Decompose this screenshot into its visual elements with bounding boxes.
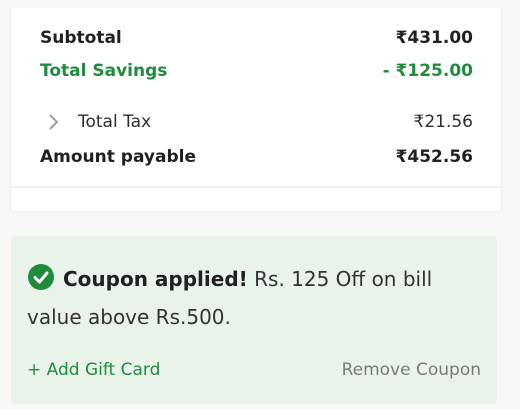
total-tax-label: Total Tax (78, 112, 152, 132)
price-summary-card: Subtotal ₹431.00 Total Savings - ₹125.00… (10, 8, 502, 188)
total-tax-value: ₹21.56 (413, 112, 473, 132)
section-divider (10, 188, 502, 210)
chevron-right-icon[interactable] (46, 112, 62, 132)
total-savings-row: Total Savings - ₹125.00 (40, 61, 473, 81)
total-tax-toggle[interactable]: Total Tax (40, 112, 151, 132)
coupon-message: Coupon applied! Rs. 125 Off on bill valu… (27, 260, 477, 336)
total-savings-label: Total Savings (40, 61, 168, 81)
subtotal-label: Subtotal (40, 28, 122, 48)
subtotal-row: Subtotal ₹431.00 (40, 28, 473, 48)
amount-payable-row: Amount payable ₹452.56 (40, 147, 473, 167)
coupon-title: Coupon applied! (63, 267, 248, 291)
subtotal-value: ₹431.00 (395, 28, 473, 48)
amount-payable-value: ₹452.56 (395, 147, 473, 167)
check-circle-icon (27, 263, 55, 291)
total-tax-row[interactable]: Total Tax ₹21.56 (40, 112, 473, 132)
coupon-applied-box: Coupon applied! Rs. 125 Off on bill valu… (11, 236, 497, 404)
add-gift-card-link[interactable]: + Add Gift Card (27, 360, 160, 380)
amount-payable-label: Amount payable (40, 147, 196, 167)
total-savings-value: - ₹125.00 (382, 61, 473, 81)
remove-coupon-link[interactable]: Remove Coupon (342, 360, 481, 380)
